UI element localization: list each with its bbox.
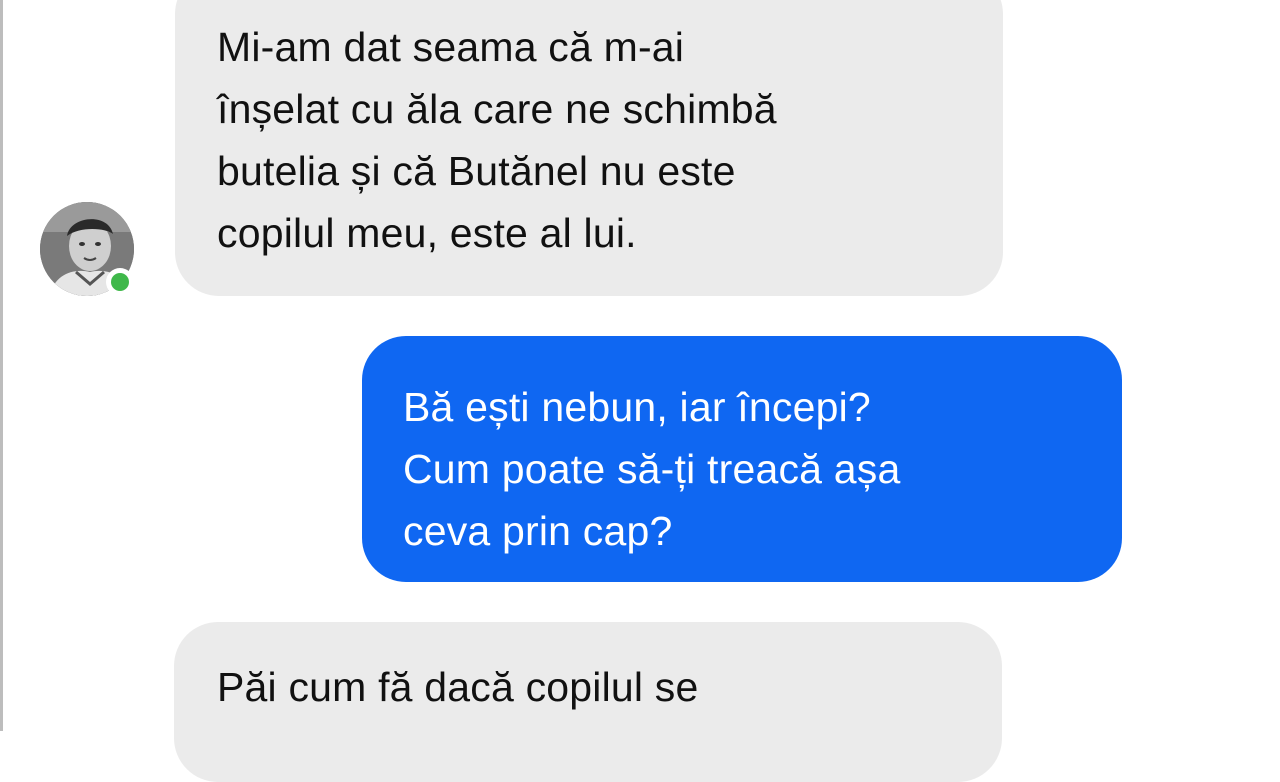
- message-text-line: Mi-am dat seama că m-ai: [217, 24, 685, 70]
- chat-thread: Mi-am dat seama că m-ai înșelat cu ăla c…: [0, 0, 1280, 782]
- message-text-line: înșelat cu ăla care ne schimbă: [217, 86, 777, 132]
- incoming-message-bubble[interactable]: Mi-am dat seama că m-ai înșelat cu ăla c…: [175, 0, 1003, 296]
- online-status-icon: [106, 268, 134, 296]
- outgoing-message-bubble[interactable]: Bă ești nebun, iar începi? Cum poate să-…: [362, 336, 1122, 582]
- message-text-line: copilul meu, este al lui.: [217, 210, 637, 256]
- message-text-line: butelia și că Butănel nu este: [217, 148, 736, 194]
- message-text-line: Bă ești nebun, iar începi?: [403, 384, 871, 430]
- message-text-line: ceva prin cap?: [403, 508, 673, 554]
- message-text-line: Păi cum fă dacă copilul se: [217, 664, 699, 710]
- incoming-message-bubble[interactable]: Păi cum fă dacă copilul se: [174, 622, 1002, 782]
- message-text-line: Cum poate să-ți treacă așa: [403, 446, 901, 492]
